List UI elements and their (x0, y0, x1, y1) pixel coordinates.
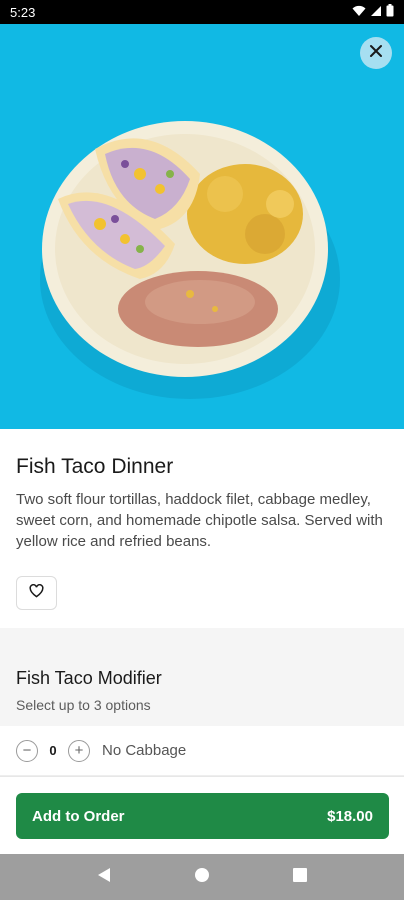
home-icon (195, 867, 209, 887)
close-button[interactable] (360, 37, 392, 69)
modifier-subtitle: Select up to 3 options (16, 697, 151, 713)
heart-icon (29, 583, 44, 603)
increment-button[interactable]: + (68, 739, 90, 762)
bottom-action-bar: Add to Order $18.00 (0, 776, 404, 854)
food-illustration (0, 24, 404, 429)
recents-icon (293, 867, 307, 887)
modifier-option-row: − 0 + No Cabbage (0, 726, 404, 776)
system-nav-bar (0, 854, 404, 900)
back-icon (97, 867, 111, 888)
favorite-button[interactable] (16, 576, 57, 610)
item-details: Fish Taco Dinner Two soft flour tortilla… (0, 429, 404, 610)
back-button[interactable] (84, 857, 124, 897)
battery-icon (386, 4, 394, 20)
order-price: $18.00 (327, 807, 373, 825)
status-bar: 5:23 (0, 0, 404, 24)
option-label: No Cabbage (102, 742, 187, 759)
item-photo (0, 24, 404, 429)
decrement-button[interactable]: − (16, 739, 38, 762)
close-icon (369, 44, 383, 63)
home-button[interactable] (182, 857, 222, 897)
status-time: 5:23 (10, 4, 36, 20)
item-title: Fish Taco Dinner (16, 455, 174, 478)
option-quantity: 0 (49, 743, 57, 758)
add-to-order-button[interactable]: Add to Order $18.00 (16, 793, 389, 839)
wifi-icon (352, 5, 366, 20)
recents-button[interactable] (280, 857, 320, 897)
item-description: Two soft flour tortillas, haddock filet,… (16, 491, 383, 550)
status-icons (352, 4, 394, 20)
signal-icon (370, 5, 382, 20)
add-to-order-label: Add to Order (32, 807, 125, 825)
modifier-title: Fish Taco Modifier (16, 668, 162, 688)
